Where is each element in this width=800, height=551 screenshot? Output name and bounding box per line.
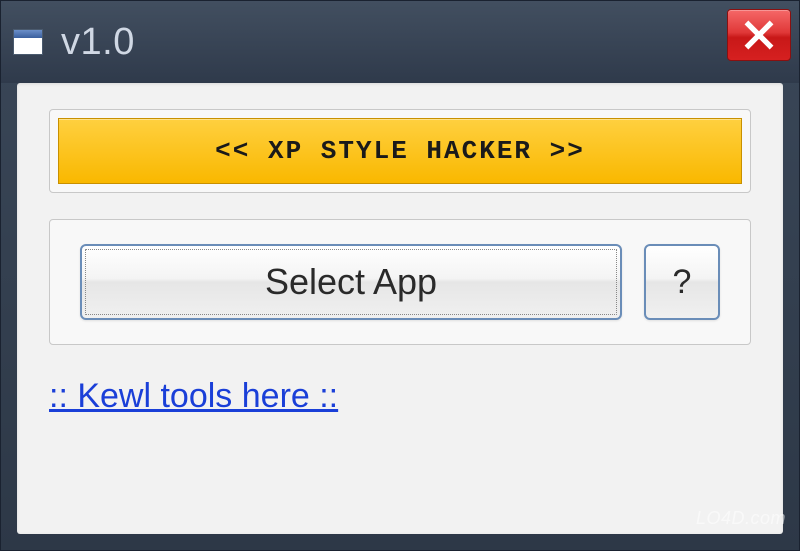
window-title: v1.0 — [61, 21, 135, 64]
watermark: LO4D.com — [696, 508, 786, 529]
app-banner: << XP STYLE HACKER >> — [58, 118, 742, 184]
close-button[interactable] — [727, 9, 791, 61]
banner-frame: << XP STYLE HACKER >> — [49, 109, 751, 193]
window-icon — [13, 29, 43, 55]
select-app-button[interactable]: Select App — [80, 244, 622, 320]
app-window: v1.0 << XP STYLE HACKER >> Select App ? … — [0, 0, 800, 551]
link-area: :: Kewl tools here :: — [49, 377, 751, 416]
help-button[interactable]: ? — [644, 244, 720, 320]
titlebar: v1.0 — [1, 1, 799, 83]
button-panel: Select App ? — [49, 219, 751, 345]
client-area: << XP STYLE HACKER >> Select App ? :: Ke… — [17, 83, 783, 534]
tools-link[interactable]: :: Kewl tools here :: — [49, 377, 338, 415]
close-icon — [743, 19, 775, 51]
